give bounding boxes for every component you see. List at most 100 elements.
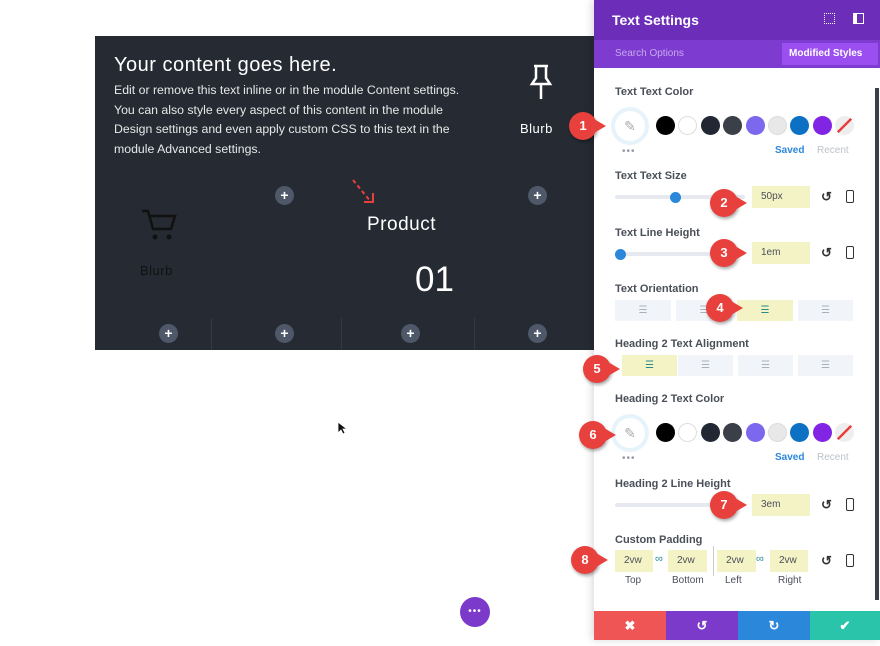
color-swatch[interactable]	[835, 116, 855, 135]
more-icon[interactable]: •••	[622, 453, 636, 464]
reset-icon[interactable]: ↺	[821, 497, 832, 513]
content-paragraph[interactable]: Edit or remove this text inline or in th…	[114, 81, 464, 159]
panel-subbar: Search Options Modified Styles ✖	[594, 40, 880, 81]
blurb-title-left[interactable]: Blurb	[140, 263, 173, 278]
h2-align-left-button[interactable]: ☰	[622, 355, 677, 376]
h2-color-label: Heading 2 Text Color	[615, 393, 725, 405]
padding-label: Custom Padding	[615, 534, 703, 546]
color-swatch[interactable]	[723, 423, 743, 442]
text-size-label: Text Text Size	[615, 170, 687, 182]
mobile-icon[interactable]	[846, 190, 854, 203]
color-swatch[interactable]	[700, 116, 720, 135]
recent-tab[interactable]: Recent	[817, 452, 849, 463]
save-button[interactable]: ✔	[810, 611, 880, 640]
h2-align-center-button[interactable]: ☰	[678, 355, 733, 376]
scrollbar[interactable]	[875, 88, 879, 600]
color-swatch[interactable]	[723, 116, 743, 135]
number-counter[interactable]: 01	[415, 260, 454, 300]
link-icon[interactable]: ∞	[655, 553, 663, 565]
color-swatch[interactable]	[678, 116, 698, 135]
add-module-button[interactable]: +	[275, 324, 294, 343]
color-swatch[interactable]	[768, 423, 787, 442]
padding-top-label: Top	[625, 575, 642, 586]
dashed-arrow-icon	[351, 178, 377, 213]
h2-align-justify-button[interactable]: ☰	[798, 355, 853, 376]
add-module-button[interactable]: +	[528, 324, 547, 343]
padding-right-input[interactable]: 2vw	[770, 550, 808, 572]
mobile-icon[interactable]	[846, 246, 854, 259]
link-icon[interactable]: ∞	[756, 553, 764, 565]
padding-left-input[interactable]: 2vw	[717, 550, 756, 572]
color-swatch[interactable]	[656, 423, 675, 442]
padding-right-label: Right	[778, 575, 802, 586]
saved-tab[interactable]: Saved	[775, 145, 804, 156]
dark-section: Your content goes here. Edit or remove t…	[95, 36, 594, 350]
sidebar-toggle-icon[interactable]	[853, 13, 864, 24]
annotation-marker: 5	[583, 355, 620, 383]
align-justify-button[interactable]: ☰	[798, 300, 853, 321]
fullscreen-icon[interactable]	[824, 13, 835, 24]
align-right-button[interactable]: ☰	[737, 300, 793, 321]
mouse-cursor-icon	[337, 421, 349, 440]
padding-left-label: Left	[725, 575, 742, 586]
text-size-input[interactable]: 50px	[752, 186, 810, 208]
add-module-button[interactable]: +	[159, 324, 178, 343]
color-swatch[interactable]	[790, 423, 810, 442]
mobile-icon[interactable]	[846, 554, 854, 567]
cancel-button[interactable]: ✖	[594, 611, 666, 640]
line-height-slider-thumb[interactable]	[615, 249, 626, 260]
column-divider	[474, 318, 475, 350]
line-height-label: Text Line Height	[615, 227, 700, 239]
padding-bottom-label: Bottom	[672, 575, 704, 586]
color-swatch[interactable]	[745, 423, 765, 442]
color-swatch[interactable]	[656, 116, 675, 135]
color-swatch[interactable]	[812, 423, 832, 442]
color-swatch[interactable]	[745, 116, 765, 135]
h2-align-right-button[interactable]: ☰	[738, 355, 793, 376]
close-icon[interactable]: ✖	[795, 70, 803, 81]
modified-styles-filter[interactable]: Modified Styles ✖	[782, 43, 878, 81]
reset-icon[interactable]: ↺	[821, 189, 832, 205]
panel-title: Text Settings	[612, 12, 699, 28]
cart-icon	[141, 208, 177, 247]
annotation-marker: 2	[710, 189, 747, 217]
redo-button[interactable]: ↻	[738, 611, 810, 640]
column-divider	[341, 318, 342, 350]
reset-icon[interactable]: ↺	[821, 553, 832, 569]
color-swatch[interactable]	[835, 423, 855, 442]
line-height-input[interactable]: 1em	[752, 242, 810, 264]
padding-divider	[713, 546, 714, 576]
product-heading[interactable]: Product	[367, 214, 436, 236]
more-icon[interactable]: •••	[622, 146, 636, 157]
eyedropper-icon[interactable]: ✎	[615, 418, 645, 448]
mobile-icon[interactable]	[846, 498, 854, 511]
add-module-button[interactable]: +	[528, 186, 547, 205]
add-module-button[interactable]: +	[401, 324, 420, 343]
annotation-marker: 7	[710, 491, 747, 519]
column-divider	[211, 318, 212, 350]
text-color-label: Text Text Color	[615, 86, 694, 98]
h2-line-height-label: Heading 2 Line Height	[615, 478, 731, 490]
color-swatch[interactable]	[678, 423, 698, 442]
padding-top-input[interactable]: 2vw	[615, 550, 653, 572]
page-settings-button[interactable]: •••	[460, 597, 490, 627]
color-swatch[interactable]	[700, 423, 720, 442]
saved-tab[interactable]: Saved	[775, 452, 804, 463]
panel-header: Text Settings	[594, 0, 880, 40]
padding-bottom-input[interactable]: 2vw	[668, 550, 707, 572]
content-heading[interactable]: Your content goes here.	[114, 54, 337, 77]
color-swatch[interactable]	[790, 116, 810, 135]
eyedropper-icon[interactable]: ✎	[615, 111, 645, 141]
search-options-input[interactable]: Search Options	[615, 48, 684, 59]
undo-button[interactable]: ↺	[666, 611, 738, 640]
align-left-button[interactable]: ☰	[615, 300, 671, 321]
reset-icon[interactable]: ↺	[821, 245, 832, 261]
color-swatch[interactable]	[768, 116, 787, 135]
blurb-title-top[interactable]: Blurb	[520, 121, 553, 136]
orientation-label: Text Orientation	[615, 283, 699, 295]
h2-line-height-input[interactable]: 3em	[752, 494, 810, 516]
color-swatch[interactable]	[812, 116, 832, 135]
text-size-slider-thumb[interactable]	[670, 192, 681, 203]
recent-tab[interactable]: Recent	[817, 145, 849, 156]
add-module-button[interactable]: +	[275, 186, 294, 205]
